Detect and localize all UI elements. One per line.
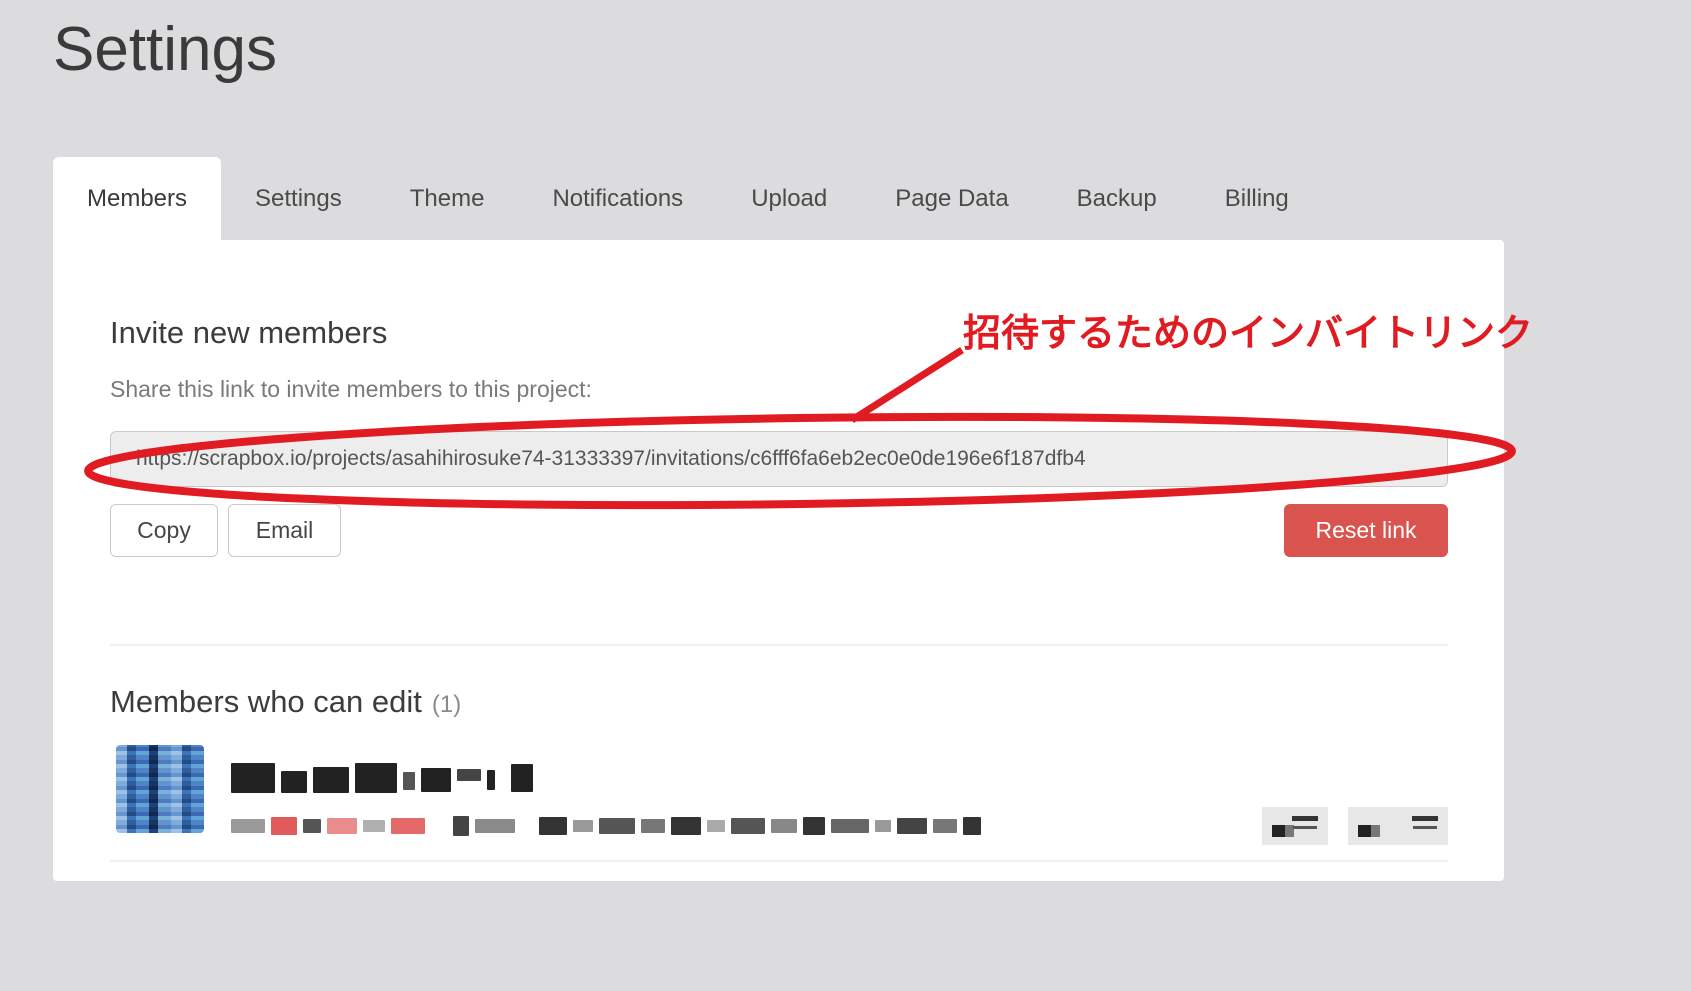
tab-theme[interactable]: Theme: [376, 157, 519, 240]
member-count-badge: (1): [432, 691, 461, 718]
annotation-label: 招待するためのインバイトリンク: [963, 302, 1533, 357]
settings-screen: Settings Members Settings Theme Notifica…: [0, 0, 1691, 991]
reset-link-button[interactable]: Reset link: [1284, 504, 1448, 557]
redacted-member-name: [231, 760, 533, 796]
copy-button[interactable]: Copy: [110, 504, 218, 557]
email-button[interactable]: Email: [228, 504, 341, 557]
tab-backup[interactable]: Backup: [1043, 157, 1191, 240]
redacted-member-details: [231, 807, 1448, 845]
invite-link-input[interactable]: [110, 431, 1448, 487]
section-divider: [110, 644, 1448, 646]
invite-section-heading: Invite new members: [110, 315, 387, 351]
tab-members[interactable]: Members: [53, 157, 221, 240]
member-row: [116, 745, 1448, 845]
members-heading: Members who can edit (1): [110, 684, 461, 720]
tab-page-data[interactable]: Page Data: [861, 157, 1042, 240]
invite-section-subheading: Share this link to invite members to thi…: [110, 376, 592, 403]
redacted-chip: [1262, 807, 1328, 845]
tab-billing[interactable]: Billing: [1191, 157, 1323, 240]
tab-notifications[interactable]: Notifications: [518, 157, 717, 240]
tab-bar: Members Settings Theme Notifications Upl…: [53, 157, 1323, 240]
tab-settings[interactable]: Settings: [221, 157, 376, 240]
page-title: Settings: [53, 14, 277, 85]
member-list-divider: [110, 860, 1448, 862]
redacted-chip: [1348, 807, 1448, 845]
members-heading-label: Members who can edit: [110, 684, 422, 719]
tab-upload[interactable]: Upload: [717, 157, 861, 240]
member-avatar: [116, 745, 204, 833]
